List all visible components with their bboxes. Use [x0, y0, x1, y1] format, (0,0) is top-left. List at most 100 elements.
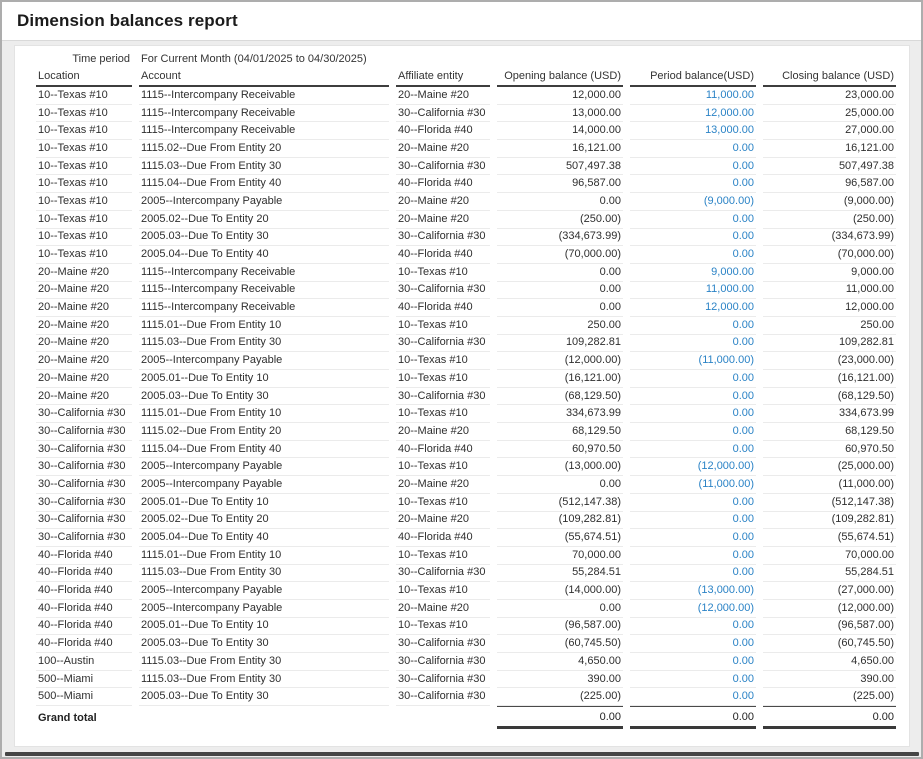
cell-account: 2005.01--Due To Entity 10: [139, 494, 389, 512]
cell-location: 10--Texas #10: [36, 140, 132, 158]
cell-opening-balance: (13,000.00): [497, 458, 623, 476]
cell-period-balance[interactable]: 0.00: [630, 388, 756, 406]
cell-period-balance[interactable]: 0.00: [630, 370, 756, 388]
cell-account: 2005--Intercompany Payable: [139, 352, 389, 370]
cell-closing-balance: (68,129.50): [763, 388, 896, 406]
cell-period-balance[interactable]: 12,000.00: [630, 299, 756, 317]
cell-period-balance[interactable]: 12,000.00: [630, 105, 756, 123]
table-row: 500--Miami2005.03--Due To Entity 3030--C…: [36, 688, 896, 706]
cell-closing-balance: (16,121.00): [763, 370, 896, 388]
table-row: 40--Florida #401115.03--Due From Entity …: [36, 565, 896, 583]
cell-period-balance[interactable]: 13,000.00: [630, 122, 756, 140]
cell-period-balance[interactable]: (11,000.00): [630, 352, 756, 370]
cell-period-balance[interactable]: 11,000.00: [630, 282, 756, 300]
cell-account: 1115.03--Due From Entity 30: [139, 671, 389, 689]
table-row: 100--Austin1115.03--Due From Entity 3030…: [36, 653, 896, 671]
cell-period-balance[interactable]: 0.00: [630, 688, 756, 706]
cell-closing-balance: 55,284.51: [763, 565, 896, 583]
cell-period-balance[interactable]: (12,000.00): [630, 600, 756, 618]
cell-closing-balance: 96,587.00: [763, 175, 896, 193]
cell-closing-balance: 70,000.00: [763, 547, 896, 565]
table-row: 10--Texas #102005.04--Due To Entity 4040…: [36, 246, 896, 264]
cell-account: 1115.01--Due From Entity 10: [139, 405, 389, 423]
table-row: 10--Texas #101115.02--Due From Entity 20…: [36, 140, 896, 158]
cell-opening-balance: 334,673.99: [497, 405, 623, 423]
cell-period-balance[interactable]: 0.00: [630, 618, 756, 636]
cell-affiliate-entity: 30--California #30: [396, 671, 490, 689]
cell-account: 2005--Intercompany Payable: [139, 600, 389, 618]
table-row: 20--Maine #201115.01--Due From Entity 10…: [36, 317, 896, 335]
table-row: 30--California #301115.04--Due From Enti…: [36, 441, 896, 459]
cell-closing-balance: (512,147.38): [763, 494, 896, 512]
cell-location: 30--California #30: [36, 494, 132, 512]
cell-closing-balance: 390.00: [763, 671, 896, 689]
cell-period-balance[interactable]: 0.00: [630, 653, 756, 671]
cell-account: 2005--Intercompany Payable: [139, 458, 389, 476]
cell-period-balance[interactable]: 0.00: [630, 512, 756, 530]
table-row: 10--Texas #101115.04--Due From Entity 40…: [36, 175, 896, 193]
cell-period-balance[interactable]: 0.00: [630, 547, 756, 565]
cell-period-balance[interactable]: 0.00: [630, 405, 756, 423]
cell-opening-balance: 0.00: [497, 600, 623, 618]
cell-location: 30--California #30: [36, 476, 132, 494]
cell-period-balance[interactable]: 0.00: [630, 494, 756, 512]
cell-period-balance[interactable]: (11,000.00): [630, 476, 756, 494]
cell-period-balance[interactable]: 0.00: [630, 423, 756, 441]
cell-opening-balance: 96,587.00: [497, 175, 623, 193]
cell-period-balance[interactable]: 0.00: [630, 565, 756, 583]
cell-account: 2005--Intercompany Payable: [139, 193, 389, 211]
cell-period-balance[interactable]: 0.00: [630, 317, 756, 335]
cell-affiliate-entity: 10--Texas #10: [396, 264, 490, 282]
cell-period-balance[interactable]: (13,000.00): [630, 582, 756, 600]
cell-opening-balance: 70,000.00: [497, 547, 623, 565]
cell-account: 2005.02--Due To Entity 20: [139, 211, 389, 229]
cell-period-balance[interactable]: 0.00: [630, 441, 756, 459]
horizontal-scrollbar[interactable]: [5, 752, 919, 756]
cell-closing-balance: (25,000.00): [763, 458, 896, 476]
cell-closing-balance: 109,282.81: [763, 335, 896, 353]
cell-account: 2005.04--Due To Entity 40: [139, 529, 389, 547]
cell-opening-balance: 60,970.50: [497, 441, 623, 459]
cell-period-balance[interactable]: 0.00: [630, 140, 756, 158]
cell-affiliate-entity: 20--Maine #20: [396, 600, 490, 618]
cell-account: 1115--Intercompany Receivable: [139, 299, 389, 317]
cell-period-balance[interactable]: 0.00: [630, 158, 756, 176]
cell-location: 30--California #30: [36, 441, 132, 459]
cell-opening-balance: (14,000.00): [497, 582, 623, 600]
grand-total-closing-balance: 0.00: [763, 706, 896, 729]
cell-affiliate-entity: 20--Maine #20: [396, 87, 490, 105]
cell-affiliate-entity: 40--Florida #40: [396, 122, 490, 140]
cell-opening-balance: (70,000.00): [497, 246, 623, 264]
cell-account: 1115.03--Due From Entity 30: [139, 335, 389, 353]
cell-affiliate-entity: 20--Maine #20: [396, 211, 490, 229]
cell-period-balance[interactable]: 0.00: [630, 335, 756, 353]
cell-period-balance[interactable]: 0.00: [630, 671, 756, 689]
cell-period-balance[interactable]: (9,000.00): [630, 193, 756, 211]
cell-opening-balance: (96,587.00): [497, 618, 623, 636]
cell-period-balance[interactable]: 0.00: [630, 529, 756, 547]
time-period-label: Time period: [36, 51, 132, 68]
cell-period-balance[interactable]: 0.00: [630, 229, 756, 247]
cell-period-balance[interactable]: 0.00: [630, 635, 756, 653]
cell-location: 40--Florida #40: [36, 600, 132, 618]
time-period-value: For Current Month (04/01/2025 to 04/30/2…: [139, 51, 896, 68]
cell-affiliate-entity: 30--California #30: [396, 653, 490, 671]
cell-period-balance[interactable]: 11,000.00: [630, 87, 756, 105]
report-window: Dimension balances report Time period Fo…: [0, 0, 923, 759]
table-row: 40--Florida #402005.03--Due To Entity 30…: [36, 635, 896, 653]
cell-location: 20--Maine #20: [36, 299, 132, 317]
cell-location: 20--Maine #20: [36, 335, 132, 353]
grand-total-spacer: [139, 706, 389, 729]
table-row: 10--Texas #102005.03--Due To Entity 3030…: [36, 229, 896, 247]
cell-period-balance[interactable]: 0.00: [630, 211, 756, 229]
cell-location: 10--Texas #10: [36, 122, 132, 140]
cell-period-balance[interactable]: 0.00: [630, 246, 756, 264]
cell-period-balance[interactable]: 0.00: [630, 175, 756, 193]
cell-opening-balance: 250.00: [497, 317, 623, 335]
cell-closing-balance: (27,000.00): [763, 582, 896, 600]
cell-location: 10--Texas #10: [36, 193, 132, 211]
cell-period-balance[interactable]: 9,000.00: [630, 264, 756, 282]
cell-opening-balance: (334,673.99): [497, 229, 623, 247]
cell-affiliate-entity: 10--Texas #10: [396, 405, 490, 423]
cell-period-balance[interactable]: (12,000.00): [630, 458, 756, 476]
